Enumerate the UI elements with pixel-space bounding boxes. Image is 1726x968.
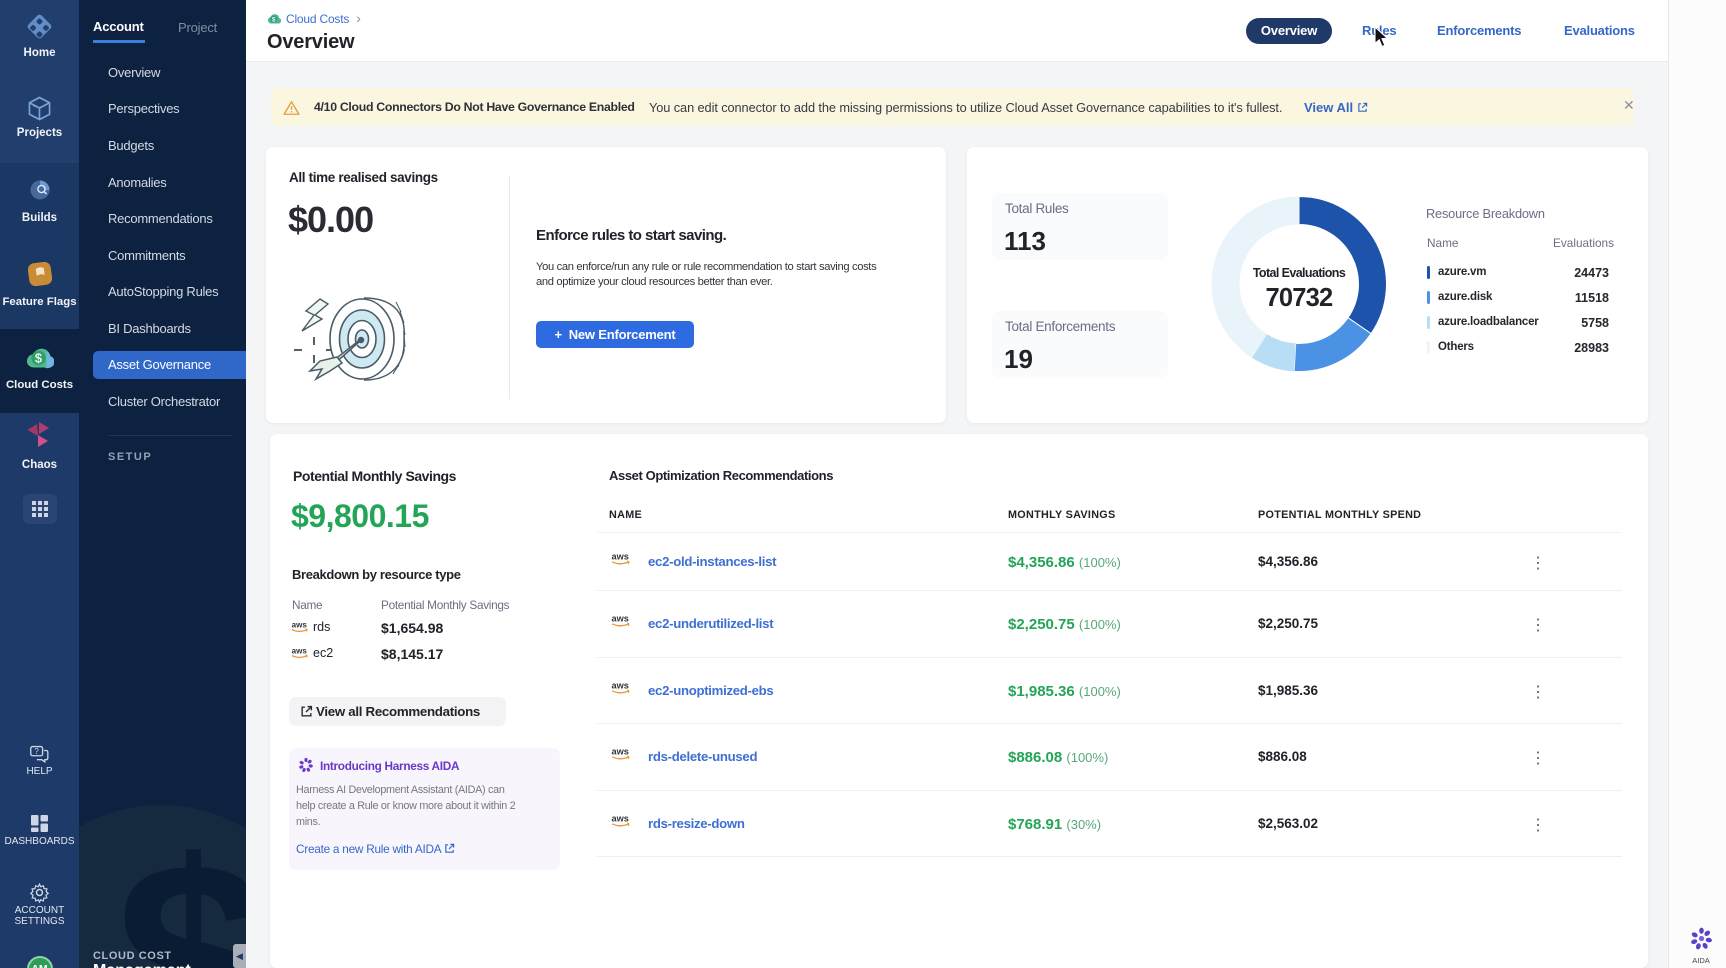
svg-text:aws: aws [292,620,308,629]
svg-text:70732: 70732 [1266,284,1334,312]
svg-text:aws: aws [612,551,629,561]
svg-text:aws: aws [612,680,629,690]
svg-text:Total Evaluations: Total Evaluations [1253,266,1346,280]
svg-text:aws: aws [612,747,629,757]
svg-text:aws: aws [292,646,308,655]
svg-text:aws: aws [612,813,629,823]
svg-text:$: $ [34,351,42,366]
svg-text:?: ? [34,747,39,756]
svg-text:aws: aws [612,614,629,624]
